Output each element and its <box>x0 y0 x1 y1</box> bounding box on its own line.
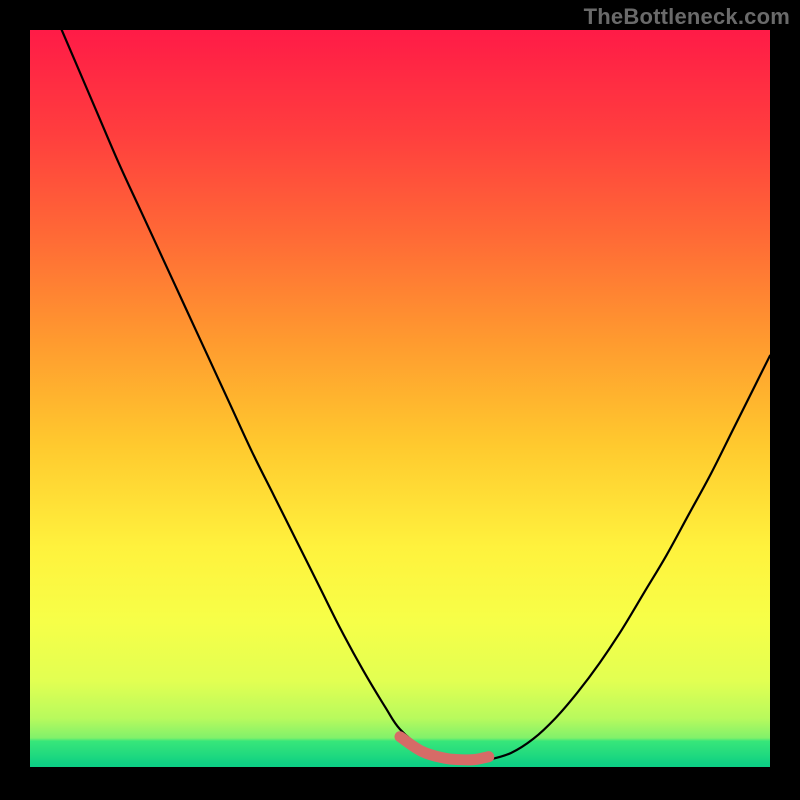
watermark-text: TheBottleneck.com <box>584 4 790 30</box>
chart-container: TheBottleneck.com <box>0 0 800 800</box>
plot-area <box>30 30 770 770</box>
axis-edge <box>30 767 770 770</box>
bottleneck-curve <box>30 30 770 770</box>
